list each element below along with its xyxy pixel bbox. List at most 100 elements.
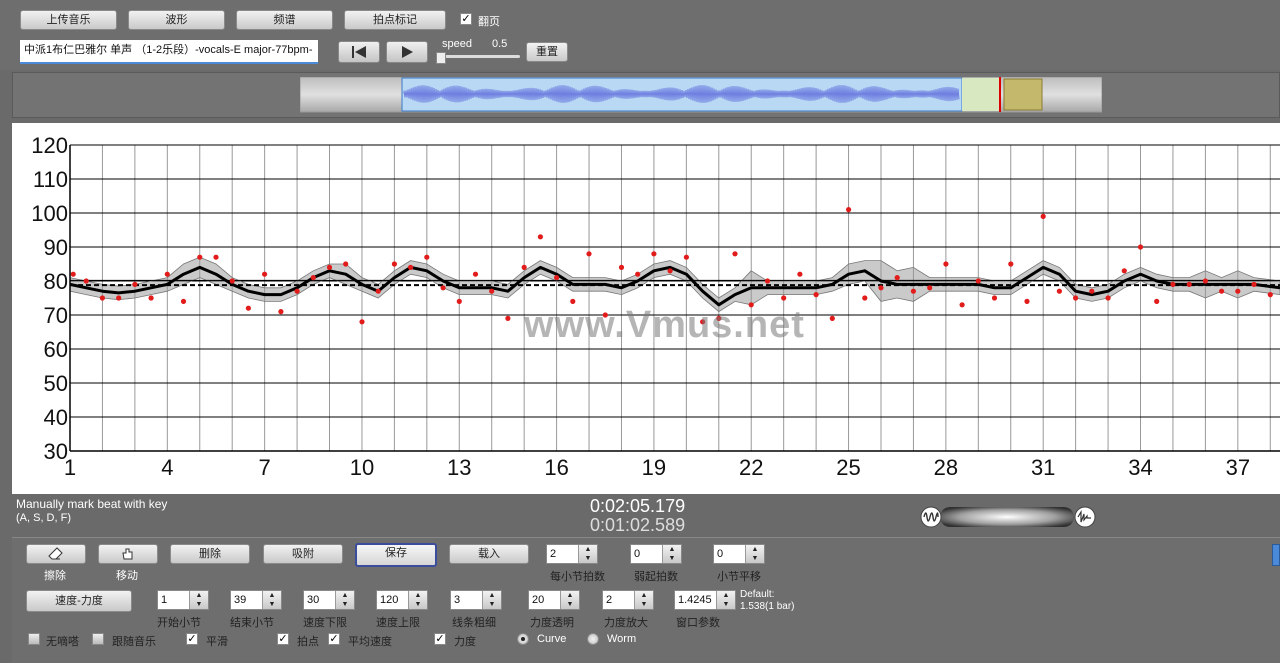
upload-music-button[interactable]: 上传音乐 xyxy=(20,10,117,30)
beat-point xyxy=(829,315,835,321)
beat-points-checkbox[interactable]: ✓ xyxy=(277,633,289,645)
spinner-arrows-icon[interactable]: ▲ ▼ xyxy=(408,591,427,609)
curve-radio[interactable] xyxy=(517,633,529,645)
beat-point xyxy=(1137,244,1144,250)
bar-offset-input[interactable]: 0 ▲ ▼ xyxy=(713,544,765,564)
smooth-checkbox[interactable]: ✓ xyxy=(186,633,198,645)
beat-point xyxy=(1186,281,1192,287)
spinner-arrows-icon[interactable]: ▲ ▼ xyxy=(262,591,281,609)
worm-label: Worm xyxy=(607,633,637,645)
tempo-max-input[interactable]: 120 ▲ ▼ xyxy=(376,590,428,610)
spinner-arrows-icon[interactable]: ▲ ▼ xyxy=(745,545,764,563)
y-tick-label: 60 xyxy=(44,337,68,362)
side-tab[interactable] xyxy=(1272,544,1280,566)
beat-point xyxy=(910,288,917,294)
beats-per-bar-input[interactable]: 2 ▲ ▼ xyxy=(546,544,598,564)
waveform-button[interactable]: 波形 xyxy=(128,10,225,30)
dynamics-checkbox[interactable]: ✓ xyxy=(434,633,446,645)
play-button[interactable] xyxy=(386,41,428,63)
start-bar-input[interactable]: 1 ▲ ▼ xyxy=(157,590,209,610)
beat-points-label: 拍点 xyxy=(297,636,319,648)
reset-button[interactable]: 重置 xyxy=(526,42,568,62)
tempo-min-label: 速度下限 xyxy=(303,617,347,629)
y-tick-label: 80 xyxy=(44,269,68,294)
y-tick-label: 110 xyxy=(33,167,68,192)
dynamics-zoom-value: 2 xyxy=(606,594,613,606)
spinner-arrows-icon[interactable]: ▲ ▼ xyxy=(560,591,579,609)
spectrum-button[interactable]: 频谱 xyxy=(236,10,333,30)
skip-back-button[interactable] xyxy=(338,41,380,63)
x-tick-label: 31 xyxy=(1031,455,1055,480)
speed-slider[interactable] xyxy=(440,55,520,58)
average-tempo-checkbox[interactable]: ✓ xyxy=(328,633,340,645)
window-param-input[interactable]: 1.4245 ▲ ▼ xyxy=(674,590,736,610)
dynamics-zoom-input[interactable]: 2 ▲ ▼ xyxy=(602,590,654,610)
skip-back-icon xyxy=(352,46,366,58)
erase-label: 擦除 xyxy=(44,570,66,582)
no-tick-label: 无嘀嗒 xyxy=(46,636,79,648)
page-turn-checkbox[interactable]: ✓ xyxy=(460,13,472,25)
tempo-max-value: 120 xyxy=(380,594,399,606)
beat-point xyxy=(1089,288,1095,294)
beat-point xyxy=(878,285,884,291)
spinner-arrows-icon[interactable]: ▲ ▼ xyxy=(482,591,501,609)
spinner-arrows-icon[interactable]: ▲ ▼ xyxy=(189,591,208,609)
x-tick-label: 22 xyxy=(739,455,763,480)
end-bar-input[interactable]: 39 ▲ ▼ xyxy=(230,590,282,610)
spinner-arrows-icon[interactable]: ▲ ▼ xyxy=(335,591,354,609)
dynamics-transparency-value: 20 xyxy=(532,594,545,606)
beat-point xyxy=(132,281,138,287)
beat-point xyxy=(1073,295,1079,301)
worm-radio[interactable] xyxy=(587,633,599,645)
spinner-arrows-icon[interactable]: ▲ ▼ xyxy=(578,545,597,563)
beat-point xyxy=(180,298,187,304)
beat-point xyxy=(894,275,900,281)
tempo-min-input[interactable]: 30 ▲ ▼ xyxy=(303,590,355,610)
window-param-value: 1.4245 xyxy=(678,594,712,606)
no-tick-checkbox[interactable] xyxy=(28,633,40,645)
playback-rate-control[interactable] xyxy=(920,505,1100,529)
beat-point xyxy=(472,271,479,277)
x-tick-label: 1 xyxy=(64,455,76,480)
beats-per-bar-label: 每小节拍数 xyxy=(550,571,605,583)
move-button[interactable] xyxy=(98,544,158,564)
follow-music-checkbox[interactable] xyxy=(92,633,104,645)
snap-button[interactable]: 吸附 xyxy=(263,544,343,564)
beat-point xyxy=(1267,292,1273,298)
beat-point xyxy=(764,278,771,284)
mark-beat-button[interactable]: 拍点标记 xyxy=(344,10,446,30)
overview-waveform[interactable] xyxy=(300,77,1102,113)
spinner-arrows-icon[interactable]: ▲ ▼ xyxy=(716,591,735,609)
y-tick-label: 120 xyxy=(31,133,68,158)
erase-button[interactable] xyxy=(26,544,86,564)
watermark: www.Vmus.net xyxy=(524,304,805,346)
beat-point xyxy=(70,271,76,277)
x-tick-label: 10 xyxy=(350,455,374,480)
beat-point xyxy=(618,264,625,270)
spinner-arrows-icon[interactable]: ▲ ▼ xyxy=(634,591,653,609)
beat-point xyxy=(1008,261,1014,267)
beat-point xyxy=(99,295,105,301)
dynamics-transparency-input[interactable]: 20 ▲ ▼ xyxy=(528,590,580,610)
tempo-dynamics-button[interactable]: 速度-力度 xyxy=(26,590,132,612)
beat-point xyxy=(959,302,965,308)
pickup-beats-input[interactable]: 0 ▲ ▼ xyxy=(630,544,682,564)
default-value: 1.538(1 bar) xyxy=(740,601,795,612)
beat-point xyxy=(521,264,527,270)
beat-point xyxy=(326,264,333,270)
delete-button[interactable]: 删除 xyxy=(170,544,250,564)
song-title-field[interactable]: 中派1布仁巴雅尔 单声 （1-2乐段）-vocals-E major-77bpm… xyxy=(20,40,318,64)
speed-value: 0.5 xyxy=(492,38,508,50)
pickup-beats-value: 0 xyxy=(634,548,641,560)
spinner-arrows-icon[interactable]: ▲ ▼ xyxy=(662,545,681,563)
x-tick-label: 19 xyxy=(642,455,666,480)
x-tick-label: 13 xyxy=(447,455,471,480)
speed-slider-thumb[interactable] xyxy=(436,52,446,64)
line-width-input[interactable]: 3 ▲ ▼ xyxy=(450,590,502,610)
beat-point xyxy=(862,295,868,301)
dynamics-transparency-label: 力度透明 xyxy=(530,617,574,629)
beat-point xyxy=(116,295,122,301)
load-button[interactable]: 载入 xyxy=(449,544,529,564)
beat-point xyxy=(927,285,933,291)
save-button[interactable]: 保存 xyxy=(355,543,437,567)
